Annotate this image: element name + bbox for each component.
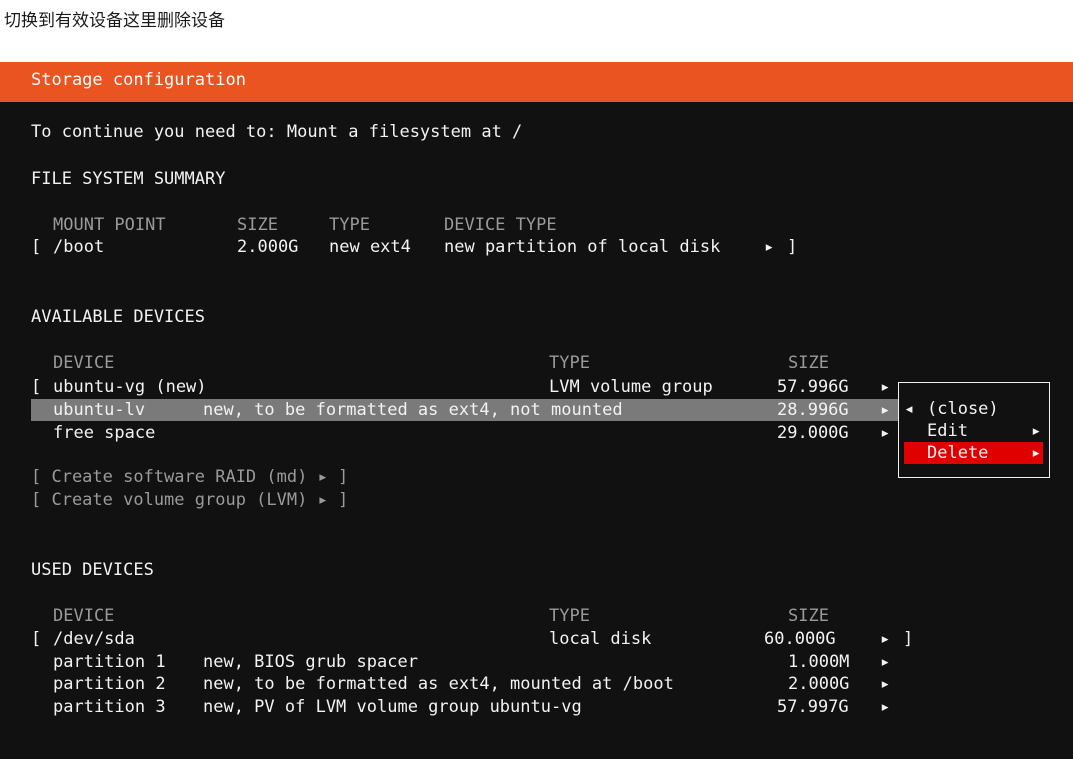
- row-arrow-icon: ▸: [880, 629, 891, 649]
- row-device: /dev/sda: [53, 629, 135, 649]
- menu-item-label: (close): [927, 399, 999, 419]
- row-size: 29.000G: [777, 423, 849, 443]
- title-bar: Storage configuration: [0, 62, 1073, 102]
- available-header-size: SIZE: [788, 353, 829, 373]
- fs-header-size: SIZE: [237, 215, 278, 235]
- row-bracket-close: ]: [903, 629, 914, 649]
- row-description: new, to be formatted as ext4, mounted at…: [203, 674, 674, 694]
- row-arrow-icon: ▸: [880, 697, 891, 717]
- menu-item-label: Delete: [927, 443, 989, 463]
- create-vg-button[interactable]: [ Create volume group (LVM) ▸ ]: [31, 490, 348, 511]
- row-description: new, to be formatted as ext4, not mounte…: [203, 400, 623, 420]
- caption: 切换到有效设备这里删除设备: [4, 11, 225, 31]
- close-arrow-icon: ◂: [904, 399, 915, 419]
- used-heading: USED DEVICES: [31, 560, 154, 580]
- used-header-size: SIZE: [788, 606, 829, 626]
- available-header-type: TYPE: [549, 353, 590, 373]
- row-description: new, PV of LVM volume group ubuntu-vg: [203, 697, 582, 717]
- menu-item-label: Edit: [927, 421, 968, 441]
- row-bracket: [: [31, 377, 42, 397]
- row-arrow-icon: ▸: [880, 400, 891, 420]
- row-size: 57.997G: [777, 697, 849, 717]
- device-action-menu: ◂ (close) Edit ▸ Delete ▸: [898, 382, 1050, 478]
- fs-row-device-type: new partition of local disk: [444, 237, 721, 257]
- fs-row-arrow-icon: ▸: [764, 237, 775, 257]
- delete-arrow-icon: ▸: [1031, 443, 1042, 463]
- fs-row-type: new ext4: [329, 237, 411, 257]
- used-header-type: TYPE: [549, 606, 590, 626]
- row-type: local disk: [549, 629, 652, 649]
- window-title: Storage configuration: [31, 70, 246, 90]
- used-header-device: DEVICE: [53, 606, 115, 626]
- row-arrow-icon: ▸: [880, 674, 891, 694]
- fs-row-size: 2.000G: [237, 237, 299, 257]
- installer-window: Storage configuration To continue you ne…: [0, 62, 1073, 759]
- row-arrow-icon: ▸: [880, 652, 891, 672]
- fs-summary-heading: FILE SYSTEM SUMMARY: [31, 169, 226, 189]
- fs-row-mount: /boot: [53, 237, 105, 257]
- fs-header-device-type: DEVICE TYPE: [444, 215, 557, 235]
- row-device: ubuntu-lv: [53, 400, 146, 420]
- row-type: LVM volume group: [549, 377, 713, 397]
- edit-arrow-icon: ▸: [1031, 421, 1042, 441]
- row-device: partition 3: [53, 697, 166, 717]
- fs-row-bracket-open: [: [31, 237, 42, 257]
- row-device: free space: [53, 423, 156, 443]
- row-device: partition 1: [53, 652, 166, 672]
- fs-row-bracket-close: ]: [787, 237, 798, 257]
- row-size: 28.996G: [777, 400, 849, 420]
- available-heading: AVAILABLE DEVICES: [31, 307, 205, 327]
- row-arrow-icon: ▸: [880, 377, 891, 397]
- row-description: new, BIOS grub spacer: [203, 652, 418, 672]
- fs-header-type: TYPE: [329, 215, 370, 235]
- row-size: 60.000G: [764, 629, 836, 649]
- row-device: partition 2: [53, 674, 166, 694]
- row-arrow-icon: ▸: [880, 423, 891, 443]
- row-size: 57.996G: [777, 377, 849, 397]
- row-size: 2.000G: [788, 674, 850, 694]
- row-size: 1.000M: [788, 652, 850, 672]
- notice-text: To continue you need to: Mount a filesys…: [31, 122, 523, 142]
- available-header-device: DEVICE: [53, 353, 115, 373]
- fs-header-mount: MOUNT POINT: [53, 215, 166, 235]
- row-device: ubuntu-vg (new): [53, 377, 207, 397]
- row-bracket-open: [: [31, 629, 42, 649]
- create-raid-button[interactable]: [ Create software RAID (md) ▸ ]: [31, 467, 348, 488]
